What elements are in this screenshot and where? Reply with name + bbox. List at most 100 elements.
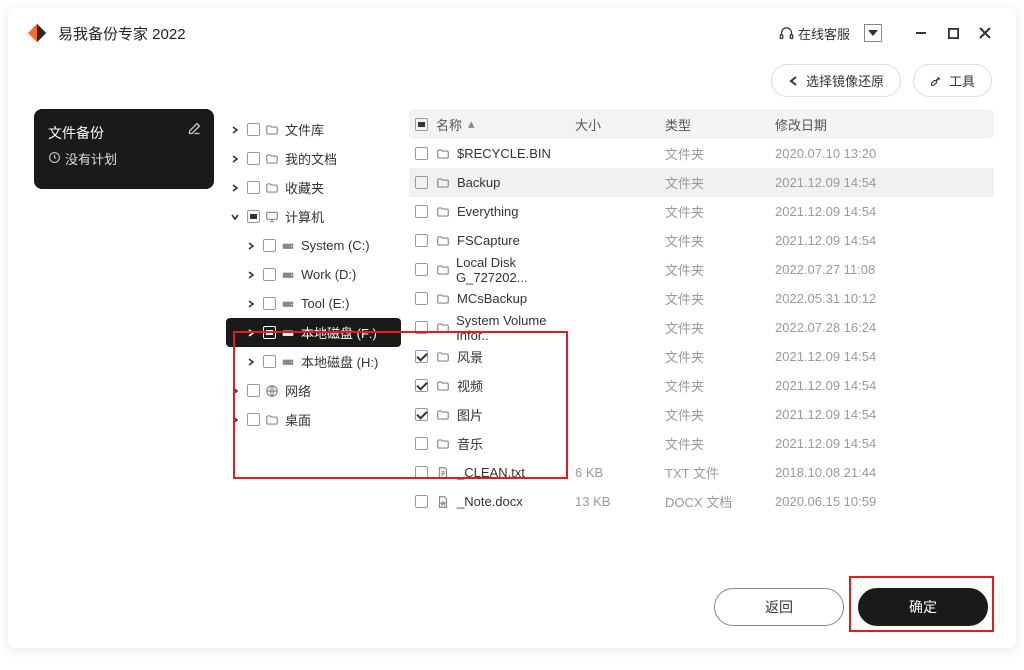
- minimize-button[interactable]: [908, 20, 934, 46]
- chevron-right-icon[interactable]: [228, 183, 242, 193]
- header-name[interactable]: 名称: [436, 115, 462, 134]
- row-checkbox[interactable]: [415, 234, 428, 247]
- row-checkbox[interactable]: [415, 292, 428, 305]
- file-name: Everything: [457, 204, 518, 219]
- file-type: 文件夹: [665, 202, 775, 221]
- chevron-right-icon[interactable]: [228, 154, 242, 164]
- file-date: 2021.12.09 14:54: [775, 233, 988, 248]
- tree-item[interactable]: 本地磁盘 (H:): [226, 347, 401, 376]
- tree-item[interactable]: Tool (E:): [226, 289, 401, 318]
- table-row[interactable]: $RECYCLE.BIN文件夹2020.07.10 13:20: [409, 139, 994, 168]
- edit-icon[interactable]: [187, 121, 202, 139]
- ok-label: 确定: [909, 597, 937, 617]
- tree-checkbox[interactable]: [263, 355, 276, 368]
- close-button[interactable]: [972, 20, 998, 46]
- tree-label: 桌面: [285, 410, 311, 429]
- net-icon: [265, 384, 280, 398]
- tree-checkbox[interactable]: [263, 297, 276, 310]
- row-checkbox[interactable]: [415, 408, 428, 421]
- back-button[interactable]: 返回: [714, 588, 844, 626]
- tree-checkbox[interactable]: [247, 210, 260, 223]
- tools-button[interactable]: 工具: [913, 64, 992, 97]
- tree-checkbox[interactable]: [263, 239, 276, 252]
- chevron-right-icon[interactable]: [244, 241, 258, 251]
- header-date[interactable]: 修改日期: [775, 115, 988, 134]
- tree-item[interactable]: 桌面: [226, 405, 401, 434]
- chevron-right-icon[interactable]: [228, 415, 242, 425]
- table-row[interactable]: _CLEAN.txt6 KBTXT 文件2018.10.08 21:44: [409, 458, 994, 487]
- chevron-right-icon[interactable]: [244, 328, 258, 338]
- chevron-right-icon[interactable]: [244, 270, 258, 280]
- chevron-right-icon[interactable]: [228, 125, 242, 135]
- table-row[interactable]: 视频文件夹2021.12.09 14:54: [409, 371, 994, 400]
- tree-checkbox[interactable]: [247, 413, 260, 426]
- folder-icon: [265, 152, 280, 166]
- row-checkbox[interactable]: [415, 379, 428, 392]
- table-row[interactable]: System Volume Infor..文件夹2022.07.28 16:24: [409, 313, 994, 342]
- file-type: 文件夹: [665, 376, 775, 395]
- row-checkbox[interactable]: [415, 437, 428, 450]
- backup-plan-card[interactable]: 文件备份 没有计划: [34, 109, 214, 189]
- tree-label: Work (D:): [301, 267, 356, 282]
- tree-item[interactable]: 文件库: [226, 115, 401, 144]
- table-row[interactable]: 音乐文件夹2021.12.09 14:54: [409, 429, 994, 458]
- row-checkbox[interactable]: [415, 176, 428, 189]
- app-logo-icon: [26, 22, 48, 44]
- tree-item[interactable]: 网络: [226, 376, 401, 405]
- row-checkbox[interactable]: [415, 495, 428, 508]
- restore-image-button[interactable]: 选择镜像还原: [771, 64, 901, 97]
- online-support-button[interactable]: 在线客服: [779, 24, 850, 43]
- sort-asc-icon[interactable]: ▴: [468, 116, 475, 132]
- wrench-icon: [930, 74, 943, 87]
- table-row[interactable]: 图片文件夹2021.12.09 14:54: [409, 400, 994, 429]
- chevron-right-icon[interactable]: [228, 386, 242, 396]
- row-checkbox[interactable]: [415, 205, 428, 218]
- table-row[interactable]: Backup文件夹2021.12.09 14:54: [409, 168, 994, 197]
- file-type: 文件夹: [665, 347, 775, 366]
- backup-plan-title: 文件备份: [48, 123, 200, 143]
- file-type: 文件夹: [665, 405, 775, 424]
- row-checkbox[interactable]: [415, 350, 428, 363]
- table-row[interactable]: _Note.docx13 KBDOCX 文档2020.06.15 10:59: [409, 487, 994, 516]
- row-checkbox[interactable]: [415, 263, 428, 276]
- maximize-button[interactable]: [940, 20, 966, 46]
- tree-item[interactable]: 计算机: [226, 202, 401, 231]
- tree-item[interactable]: Work (D:): [226, 260, 401, 289]
- file-date: 2021.12.09 14:54: [775, 378, 988, 393]
- ok-button[interactable]: 确定: [858, 588, 988, 626]
- tree-checkbox[interactable]: [263, 326, 276, 339]
- tree-checkbox[interactable]: [263, 268, 276, 281]
- table-row[interactable]: 风景文件夹2021.12.09 14:54: [409, 342, 994, 371]
- table-row[interactable]: MCsBackup文件夹2022.05.31 10:12: [409, 284, 994, 313]
- tree-checkbox[interactable]: [247, 152, 260, 165]
- file-date: 2020.06.15 10:59: [775, 494, 988, 509]
- file-size: 6 KB: [575, 465, 665, 480]
- file-type: 文件夹: [665, 289, 775, 308]
- header-type[interactable]: 类型: [665, 115, 775, 134]
- row-checkbox[interactable]: [415, 147, 428, 160]
- tree-item[interactable]: 收藏夹: [226, 173, 401, 202]
- folder-tree[interactable]: 文件库我的文档收藏夹计算机System (C:) Work (D:) Tool (E…: [226, 109, 401, 516]
- tree-item[interactable]: 我的文档: [226, 144, 401, 173]
- tree-checkbox[interactable]: [247, 384, 260, 397]
- file-type: 文件夹: [665, 144, 775, 163]
- file-size: 13 KB: [575, 494, 665, 509]
- row-checkbox[interactable]: [415, 466, 428, 479]
- select-all-checkbox[interactable]: [415, 118, 428, 131]
- table-row[interactable]: Local Disk G_727202...文件夹2022.07.27 11:0…: [409, 255, 994, 284]
- chevron-right-icon[interactable]: [244, 357, 258, 367]
- tree-checkbox[interactable]: [247, 123, 260, 136]
- table-row[interactable]: Everything文件夹2021.12.09 14:54: [409, 197, 994, 226]
- file-date: 2021.12.09 14:54: [775, 407, 988, 422]
- chevron-down-icon[interactable]: [228, 212, 242, 222]
- header-size[interactable]: 大小: [575, 115, 665, 134]
- tree-checkbox[interactable]: [247, 181, 260, 194]
- table-row[interactable]: FSCapture文件夹2021.12.09 14:54: [409, 226, 994, 255]
- file-name: Backup: [457, 175, 500, 190]
- folder-icon: [436, 437, 451, 451]
- row-checkbox[interactable]: [415, 321, 428, 334]
- tree-item[interactable]: System (C:): [226, 231, 401, 260]
- chevron-right-icon[interactable]: [244, 299, 258, 309]
- notification-dropdown[interactable]: [864, 24, 882, 42]
- tree-item[interactable]: 本地磁盘 (F:): [226, 318, 401, 347]
